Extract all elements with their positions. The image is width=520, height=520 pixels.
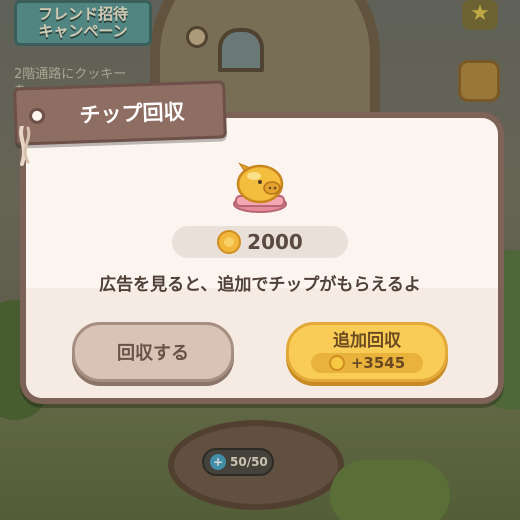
collect-button[interactable]: 回収する [72,322,234,382]
coin-icon [217,230,242,254]
tag-hole [28,107,46,125]
tip-amount-display: 2000 [172,226,348,258]
coin-icon [328,355,345,371]
dialog-title-tag: チップ回収 [13,80,227,146]
tip-amount: 2000 [247,230,303,254]
dialog-title: チップ回収 [79,99,185,128]
collect-button-label: 回収する [117,343,189,364]
extra-bonus-amount: +3545 [350,354,406,372]
tag-string-icon [19,126,31,166]
ad-bonus-message: 広告を見ると、追加でチップがもらえるよ [99,275,421,295]
extra-collect-button-label: 追加回収 [333,331,401,351]
extra-collect-button[interactable]: 追加回収 +3545 [286,322,448,382]
extra-bonus-pill: +3545 [311,353,423,373]
piggy-bank-icon [233,162,287,213]
